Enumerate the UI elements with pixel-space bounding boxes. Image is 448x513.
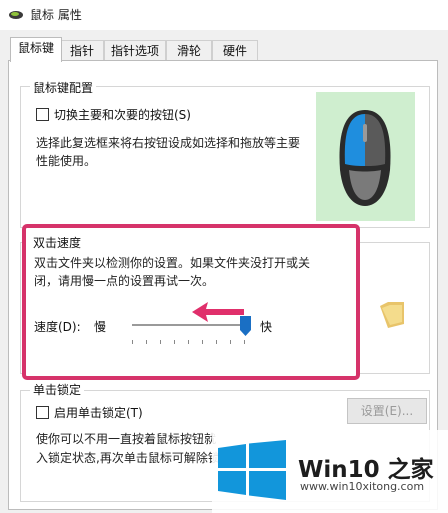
mouse-app-icon xyxy=(9,11,23,19)
slider-tick xyxy=(202,340,203,344)
slow-label: 慢 xyxy=(94,320,107,334)
watermark-url: www.win10xitong.com xyxy=(300,480,425,493)
click-lock-checkbox[interactable] xyxy=(36,406,49,419)
click-lock-desc-line2: 入锁定状态,再次单击鼠标可解除锁 xyxy=(36,451,220,465)
slider-tick xyxy=(230,340,231,344)
slider-tick xyxy=(132,340,133,344)
double-click-desc-line1: 双击文件夹以检测你的设置。如果文件夹没打开或关 xyxy=(34,256,311,270)
speed-label: 速度(D): xyxy=(34,320,81,334)
fast-label: 快 xyxy=(260,320,273,334)
mouse-preview xyxy=(316,92,415,221)
switch-buttons-label[interactable]: 切换主要和次要的按钮(S) xyxy=(54,106,191,123)
title-bar: 鼠标 属性 xyxy=(0,0,448,30)
speed-slider-track[interactable] xyxy=(132,324,244,326)
button-config-desc-line1: 选择此复选框来将右按钮设成如选择和拖放等主要 xyxy=(36,136,301,150)
slider-tick xyxy=(174,340,175,344)
folder-icon[interactable] xyxy=(378,300,406,330)
slider-tick xyxy=(216,340,217,344)
switch-buttons-checkbox[interactable] xyxy=(36,108,49,121)
mouse-icon xyxy=(339,110,391,206)
double-click-desc-line2: 闭，请用慢一点的设置再试一次。 xyxy=(34,274,215,288)
button-config-desc-line2: 性能使用。 xyxy=(36,154,97,168)
annotation-arrow-icon xyxy=(192,302,244,322)
click-lock-legend: 单击锁定 xyxy=(30,381,85,398)
slider-tick xyxy=(160,340,161,344)
click-lock-label[interactable]: 启用单击锁定(T) xyxy=(54,404,143,421)
click-lock-settings-button[interactable]: 设置(E)... xyxy=(347,398,427,424)
tab-pointer-options[interactable]: 指针选项 xyxy=(104,40,166,61)
slider-tick xyxy=(188,340,189,344)
tab-mouse-buttons[interactable]: 鼠标键 xyxy=(10,37,62,62)
double-click-legend: 双击速度 xyxy=(30,234,85,251)
tab-hardware[interactable]: 硬件 xyxy=(212,40,258,61)
slider-tick xyxy=(146,340,147,344)
windows-logo-icon xyxy=(218,440,286,500)
slider-tick xyxy=(244,340,245,344)
button-config-legend: 鼠标键配置 xyxy=(30,79,97,96)
watermark-brand: Win10 之家 xyxy=(298,457,434,483)
tab-wheel[interactable]: 滑轮 xyxy=(166,40,212,61)
click-lock-desc-line1: 使你可以不用一直按着鼠标按钮就 xyxy=(36,432,217,446)
tab-pointers[interactable]: 指针 xyxy=(60,40,104,61)
window-title: 鼠标 属性 xyxy=(30,8,82,22)
